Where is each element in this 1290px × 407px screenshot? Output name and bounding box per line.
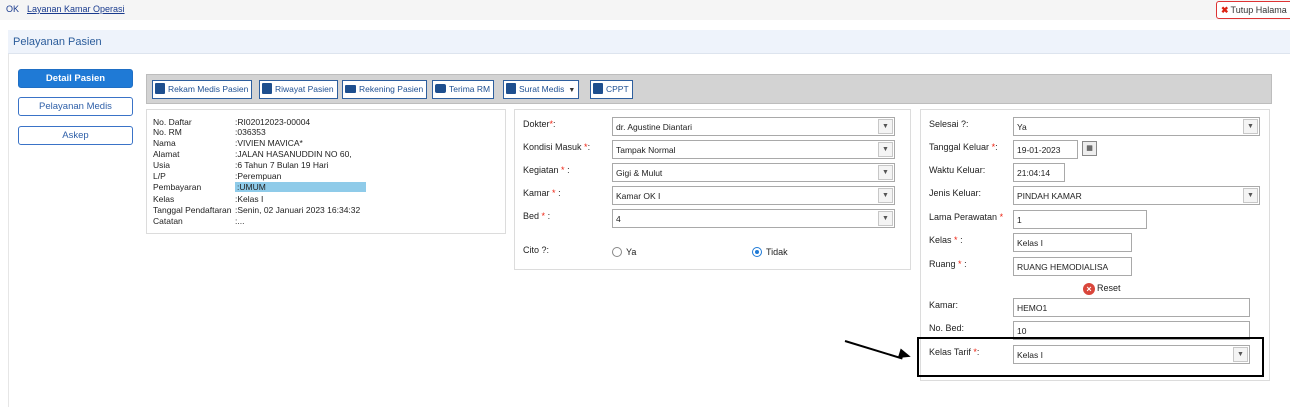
- terima-rm-button[interactable]: Terima RM: [432, 80, 495, 99]
- info-no-rm: No. RM:036353: [153, 127, 266, 137]
- kamar-label: Kamar * :: [523, 188, 561, 198]
- kamar-baru-input[interactable]: HEMO1: [1013, 298, 1250, 317]
- rekening-pasien-button[interactable]: Rekening Pasien: [342, 80, 428, 99]
- cppt-label: CPPT: [606, 84, 629, 94]
- waktu-keluar-label: Waktu Keluar:: [929, 165, 986, 175]
- ruang-label: Ruang * :: [929, 259, 967, 269]
- jenis-keluar-select[interactable]: PINDAH KAMAR ▼: [1013, 186, 1260, 205]
- info-tanggal-pendaftaran: Tanggal Pendaftaran:Senin, 02 Januari 20…: [153, 205, 361, 215]
- kondisi-masuk-label: Kondisi Masuk *:: [523, 142, 591, 152]
- tanggal-keluar-label: Tanggal Keluar *:: [929, 142, 998, 152]
- info-catatan: Catatan:...: [153, 216, 245, 226]
- info-pembayaran: Pembayaran:UMUM: [153, 182, 366, 192]
- history-document-icon: [262, 83, 272, 95]
- close-page-button[interactable]: ✖ Tutup Halama: [1216, 1, 1290, 19]
- camera-icon: [435, 84, 446, 94]
- plus-document-icon: [506, 83, 516, 95]
- top-bar: [0, 0, 1290, 20]
- nav-detail-pasien[interactable]: Detail Pasien: [18, 69, 133, 88]
- lama-perawatan-label: Lama Perawatan *: [929, 212, 1004, 222]
- chevron-down-icon: ▼: [878, 165, 893, 180]
- close-icon: ✖: [1221, 5, 1229, 15]
- terima-rm-label: Terima RM: [449, 84, 491, 94]
- cito-yes-label: Ya: [626, 247, 637, 257]
- cito-label: Cito ?:: [523, 245, 550, 255]
- card-icon: [345, 84, 356, 93]
- reset-link[interactable]: Reset: [1097, 283, 1121, 293]
- lama-perawatan-input[interactable]: 1: [1013, 210, 1147, 229]
- nav-pelayanan-medis[interactable]: Pelayanan Medis: [18, 97, 133, 116]
- arrow-line: [844, 340, 903, 360]
- info-usia: Usia:6 Tahun 7 Bulan 19 Hari: [153, 160, 329, 170]
- info-lp: L/P:Perempuan: [153, 171, 282, 181]
- chevron-down-icon: ▼: [878, 142, 893, 157]
- kelas-input[interactable]: Kelas I: [1013, 233, 1132, 252]
- nav-askep[interactable]: Askep: [18, 126, 133, 145]
- calendar-icon[interactable]: ▦: [1082, 141, 1097, 156]
- kegiatan-select[interactable]: Gigi & Mulut ▼: [612, 163, 895, 182]
- waktu-keluar-input[interactable]: 21:04:14: [1013, 163, 1065, 182]
- surat-medis-label: Surat Medis: [519, 84, 565, 94]
- selesai-select[interactable]: Ya ▼: [1013, 117, 1260, 136]
- caret-down-icon: ▼: [568, 87, 576, 94]
- reset-icon[interactable]: ×: [1083, 283, 1095, 295]
- dokter-label: Dokter*:: [523, 119, 556, 129]
- selesai-label: Selesai ?:: [929, 119, 969, 129]
- bed-select[interactable]: 4 ▼: [612, 209, 895, 228]
- cito-no-radio[interactable]: [752, 247, 762, 257]
- info-nama: Nama:VIVIEN MAVICA*: [153, 138, 303, 148]
- chevron-down-icon: ▼: [1243, 119, 1258, 134]
- cito-yes-radio[interactable]: [612, 247, 622, 257]
- surat-medis-dropdown[interactable]: Surat Medis ▼: [503, 80, 580, 99]
- cito-no-label: Tidak: [766, 247, 788, 257]
- chevron-down-icon: ▼: [878, 188, 893, 203]
- toolbar: Rekam Medis Pasien Riwayat Pasien Rekeni…: [146, 74, 1272, 104]
- document-icon: [155, 83, 165, 95]
- chevron-down-icon: ▼: [878, 119, 893, 134]
- chevron-down-icon: ▼: [878, 211, 893, 226]
- kamar-select[interactable]: Kamar OK I ▼: [612, 186, 895, 205]
- info-no-daftar: No. Daftar:RI02012023-00004: [153, 117, 311, 127]
- riwayat-pasien-label: Riwayat Pasien: [275, 84, 334, 94]
- info-kelas: Kelas:Kelas I: [153, 194, 264, 204]
- arrow-head-icon: [897, 348, 913, 362]
- dokter-select[interactable]: dr. Agustine Diantari ▼: [612, 117, 895, 136]
- tanggal-keluar-input[interactable]: 19-01-2023: [1013, 140, 1078, 159]
- close-page-label: Tutup Halama: [1230, 5, 1287, 15]
- list-document-icon: [593, 83, 603, 95]
- jenis-keluar-label: Jenis Keluar:: [929, 188, 982, 198]
- bed-label: Bed * :: [523, 211, 551, 221]
- chevron-down-icon: ▼: [1243, 188, 1258, 203]
- kelas-label: Kelas * :: [929, 235, 963, 245]
- admission-panel: Dokter*: dr. Agustine Diantari ▼ Kondisi …: [514, 109, 911, 270]
- kamar-baru-label: Kamar:: [929, 300, 959, 310]
- kondisi-masuk-select[interactable]: Tampak Normal ▼: [612, 140, 895, 159]
- ruang-input[interactable]: RUANG HEMODIALISA: [1013, 257, 1132, 276]
- page-title: Pelayanan Pasien: [13, 36, 102, 48]
- rekening-pasien-label: Rekening Pasien: [359, 84, 424, 94]
- rekam-medis-button[interactable]: Rekam Medis Pasien: [152, 80, 253, 99]
- ok-text: OK: [6, 4, 20, 14]
- no-bed-label: No. Bed:: [929, 323, 965, 333]
- rekam-medis-label: Rekam Medis Pasien: [168, 84, 249, 94]
- kegiatan-label: Kegiatan * :: [523, 165, 570, 175]
- page-title-bar: Pelayanan Pasien: [8, 30, 1290, 54]
- info-alamat: Alamat:JALAN HASANUDDIN NO 60,: [153, 149, 352, 159]
- highlight-box: [917, 337, 1264, 377]
- riwayat-pasien-button[interactable]: Riwayat Pasien: [259, 80, 338, 99]
- breadcrumb-link[interactable]: Layanan Kamar Operasi: [27, 4, 125, 14]
- left-divider: [8, 54, 9, 407]
- patient-info-panel: No. Daftar:RI02012023-00004 No. RM:03635…: [146, 109, 506, 234]
- cppt-button[interactable]: CPPT: [590, 80, 633, 99]
